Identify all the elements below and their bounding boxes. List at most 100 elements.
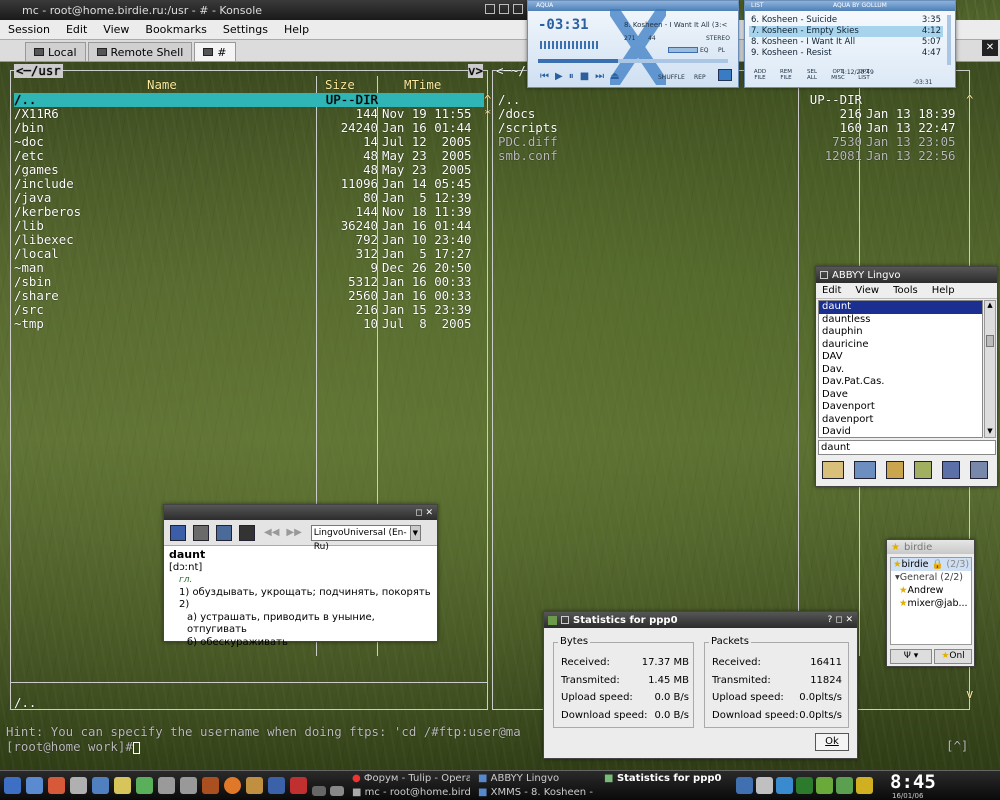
browser-icon[interactable] (92, 777, 109, 794)
maximize-icon[interactable]: ◻ (415, 508, 422, 518)
close-tab-icon[interactable]: ✕ (982, 40, 998, 56)
word-list-item[interactable]: Davenport (819, 401, 982, 414)
file-row[interactable]: /.. UP--DIR (14, 93, 484, 107)
file-row[interactable]: /libexec 792 Jan 10 23:40 (14, 233, 484, 247)
col-header-name[interactable]: Name (147, 78, 177, 92)
playlist-button[interactable]: REM FILE (779, 69, 793, 81)
menu-help[interactable]: Help (276, 23, 317, 36)
file-row[interactable]: /docs 216 Jan 13 18:39 (498, 107, 968, 121)
menu-bookmarks[interactable]: Bookmarks (137, 23, 214, 36)
pager-icon[interactable] (312, 786, 326, 796)
lingvo-popup-window[interactable]: ◻ ✕ ◀◀ ▶▶ LingvoUniversal (En-Ru) ▼ daun… (163, 504, 438, 648)
tray-icon[interactable] (836, 777, 853, 794)
chevron-down-icon[interactable]: ▼ (409, 525, 420, 540)
im-menu-button[interactable]: Ψ ▾ (890, 649, 932, 664)
pin-icon[interactable] (170, 524, 186, 541)
file-row[interactable]: ~doc 14 Jul 12 2005 (14, 135, 484, 149)
k-menu-icon[interactable] (4, 777, 21, 794)
word-list-item[interactable]: Dave (819, 389, 982, 402)
dictionary-select[interactable]: LingvoUniversal (En-Ru) ▼ (310, 524, 421, 552)
task-lingvo[interactable]: ■ ABBYY Lingvo (478, 772, 596, 785)
word-list-item[interactable]: DAV (819, 351, 982, 364)
playlist-item[interactable]: 7. Kosheen - Empty Skies 4:12 (749, 26, 943, 37)
history-back-icon[interactable]: ◀◀ (264, 527, 279, 538)
tray-icon[interactable] (736, 777, 753, 794)
shuffle-button[interactable]: SHUFFLE (658, 74, 685, 81)
lingvo-scrollbar[interactable]: ▲ ▼ (984, 300, 996, 438)
mc-left-hotlist[interactable]: v> (468, 64, 483, 78)
window-menu-icon[interactable] (561, 616, 569, 624)
im-status-button[interactable]: ★Onl (934, 649, 972, 664)
word-list-item[interactable]: dauphin (819, 326, 982, 339)
tab-remote-shell[interactable]: Remote Shell (87, 42, 193, 61)
im-contact[interactable]: ★Andrew (891, 584, 971, 597)
pager-icon[interactable] (330, 786, 344, 796)
xmms-time[interactable]: -03:31 (538, 17, 589, 33)
lingvo-word-list[interactable]: daunt dauntless dauphin dauricine DAV Dav. Dav… (818, 300, 983, 438)
seek-bar[interactable] (538, 59, 728, 63)
menu-settings[interactable]: Settings (215, 23, 276, 36)
help-icon[interactable]: ? (827, 615, 832, 625)
task-konsole[interactable]: ■ mc - root@home.birdie.ru (352, 786, 470, 799)
file-row[interactable]: PDC.diff 7530 Jan 13 23:05 (498, 135, 968, 149)
star-icon[interactable] (856, 777, 873, 794)
firefox-icon[interactable] (224, 777, 241, 794)
book-icon[interactable] (822, 461, 844, 479)
scroll-up-icon[interactable]: ▲ (985, 301, 995, 311)
repeat-button[interactable]: REP (694, 74, 706, 81)
stop-icon[interactable]: ■ (580, 71, 589, 82)
file-row[interactable]: /local 312 Jan 5 17:27 (14, 247, 484, 261)
history-forward-icon[interactable]: ▶▶ (286, 527, 301, 538)
dictionary-icon[interactable] (268, 777, 285, 794)
books-icon[interactable] (914, 461, 932, 479)
copy-icon[interactable] (216, 524, 232, 541)
task-xmms[interactable]: ■ XMMS - 8. Kosheen - I (478, 786, 596, 799)
word-list-item[interactable]: Dav.Pat.Cas. (819, 376, 982, 389)
col-header-mtime[interactable]: MTime (404, 78, 441, 92)
home-icon[interactable] (48, 777, 65, 794)
popup-titlebar[interactable]: ◻ ✕ (164, 505, 437, 520)
im-window[interactable]: ★ birdie ★birdie 🔒 (2/3) ▾General (2/2) … (886, 539, 975, 667)
xmms-window[interactable]: AQUA -03:31 8. Kosheen - I Want It All (… (527, 0, 739, 88)
maximize-icon[interactable]: ◻ (835, 615, 842, 625)
eject-icon[interactable]: ⏏ (610, 71, 619, 82)
task-stats[interactable]: ■ Statistics for ppp0 (604, 772, 754, 785)
word-list-item[interactable]: davenport (819, 414, 982, 427)
file-row[interactable]: smb.conf 12081 Jan 13 22:56 (498, 149, 968, 163)
mc-corner-indicator[interactable]: [^] (946, 739, 968, 753)
konsole-titlebar[interactable]: mc - root@home.birdie.ru:/usr - # - Kons… (0, 0, 527, 20)
file-row[interactable]: /bin 24240 Jan 16 01:44 (14, 121, 484, 135)
word-list-item[interactable]: dauricine (819, 339, 982, 352)
tab-root[interactable]: # (194, 42, 236, 61)
file-row[interactable]: /include 11096 Jan 14 05:45 (14, 177, 484, 191)
file-row[interactable]: /lib 36240 Jan 16 01:44 (14, 219, 484, 233)
menu-icon[interactable] (718, 69, 732, 81)
word-list-item[interactable]: daunt (819, 301, 982, 314)
close-dictionary-icon[interactable] (970, 461, 988, 479)
xmms-eq-toggle[interactable]: EQ (700, 47, 709, 54)
lingvo-titlebar[interactable]: ABBYY Lingvo (816, 267, 997, 283)
word-list-item[interactable]: David (819, 426, 982, 437)
scroll-down-icon[interactable]: ▼ (985, 427, 995, 437)
close-icon[interactable] (513, 3, 523, 14)
im-contact[interactable]: ★mixer@jab... (891, 597, 971, 610)
close-icon[interactable]: ✕ (845, 615, 853, 625)
im-account-row[interactable]: ★birdie 🔒 (2/3) (891, 558, 971, 571)
tray-icon[interactable] (776, 777, 793, 794)
playlist-button[interactable]: SEL ALL (805, 69, 819, 81)
im-contact-list[interactable]: ★birdie 🔒 (2/3) ▾General (2/2) ★Andrew ★… (890, 557, 972, 645)
monitor-icon[interactable] (158, 777, 175, 794)
playlist-button[interactable]: ADD FILE (753, 69, 767, 81)
file-row[interactable]: /scripts 160 Jan 13 22:47 (498, 121, 968, 135)
stats-titlebar[interactable]: Statistics for ppp0 ? ◻ ✕ (544, 612, 857, 628)
desktop-icon[interactable] (26, 777, 43, 794)
file-row[interactable]: ~man 9 Dec 26 20:50 (14, 261, 484, 275)
file-row[interactable]: /games 48 May 23 2005 (14, 163, 484, 177)
manager-icon[interactable] (202, 777, 219, 794)
file-row[interactable]: /share 2560 Jan 16 00:33 (14, 289, 484, 303)
tab-local[interactable]: Local (25, 42, 86, 61)
spectrum-analyzer[interactable] (540, 41, 600, 49)
binoculars-icon[interactable] (239, 524, 255, 541)
pause-icon[interactable]: ⏸ (569, 71, 574, 82)
printer-icon[interactable] (180, 777, 197, 794)
